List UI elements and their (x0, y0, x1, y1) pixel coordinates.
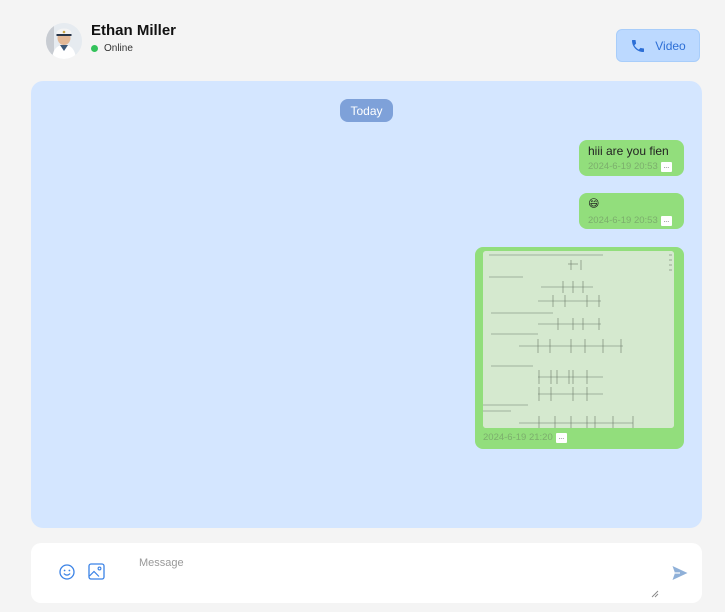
math-document-image (483, 251, 674, 428)
message-bubble[interactable]: 😄 2024-6-19 20:53 ... (579, 193, 684, 229)
message-bubble[interactable]: hiii are you fien 2024-6-19 20:53 ... (579, 140, 684, 176)
message-image[interactable] (483, 251, 674, 428)
chat-header: Ethan Miller Online Video (0, 0, 725, 80)
message-options-button[interactable]: ... (660, 215, 672, 226)
image-icon[interactable] (88, 563, 105, 585)
timestamp-text: 2024-6-19 20:53 (588, 161, 658, 172)
presence-status: Online (91, 43, 133, 54)
online-indicator (91, 45, 98, 52)
message-options-button[interactable]: ... (555, 432, 567, 443)
resize-handle-icon[interactable] (651, 585, 659, 603)
video-button-label: Video (655, 38, 686, 53)
message-options-button[interactable]: ... (660, 161, 672, 172)
avatar[interactable] (46, 23, 82, 59)
status-text: Online (104, 43, 133, 54)
message-text: hiii are you fien (588, 144, 669, 158)
smiley-icon[interactable] (59, 564, 75, 585)
video-call-button[interactable]: Video (616, 29, 700, 62)
message-list[interactable]: Today hiii are you fien 2024-6-19 20:53 … (31, 81, 702, 528)
timestamp-text: 2024-6-19 20:53 (588, 215, 658, 226)
message-timestamp: 2024-6-19 20:53 ... (588, 161, 672, 172)
phone-icon (630, 38, 646, 54)
message-input[interactable] (139, 557, 659, 593)
image-message-bubble[interactable]: 2024-6-19 21:20 ... (475, 247, 684, 449)
message-composer (31, 543, 702, 603)
send-icon[interactable] (671, 564, 689, 587)
date-divider: Today (340, 99, 393, 122)
contact-name: Ethan Miller (91, 22, 177, 39)
timestamp-text: 2024-6-19 21:20 (483, 432, 553, 443)
message-timestamp: 2024-6-19 21:20 ... (483, 432, 567, 443)
message-emoji: 😄 (588, 198, 600, 210)
message-timestamp: 2024-6-19 20:53 ... (588, 215, 672, 226)
